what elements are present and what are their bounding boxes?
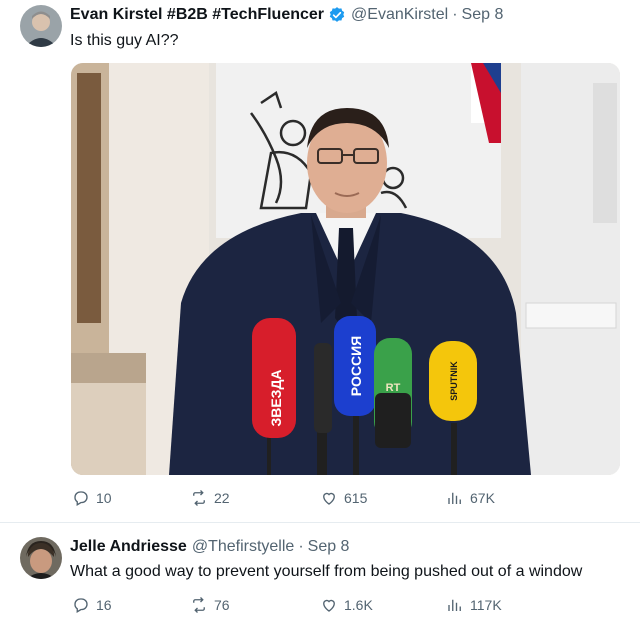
mic-label-zvezda: ЗВЕЗДА: [268, 369, 284, 426]
like-icon: [323, 599, 335, 612]
views-icon: [448, 599, 461, 611]
reply-button[interactable]: 10: [72, 489, 112, 507]
like-count: 615: [344, 490, 368, 506]
tweet-divider: [0, 522, 640, 523]
mic-label-rossiya: РОССИЯ: [348, 336, 364, 396]
tweet-media-photo[interactable]: ЗВЕЗДА РОССИЯ RT SPUTNIK: [71, 63, 620, 475]
mic-label-rt: RT: [386, 382, 401, 394]
reply-icon: [74, 598, 88, 613]
mic-label-sputnik: SPUTNIK: [449, 361, 459, 401]
repost-button[interactable]: 22: [190, 489, 230, 507]
like-count: 1.6K: [344, 597, 373, 613]
author-handle[interactable]: @Thefirstyelle: [192, 538, 295, 556]
author-handle[interactable]: @EvanKirstel: [351, 6, 448, 24]
tweet-evan-kirstel[interactable]: Evan Kirstel #B2B #TechFluencer @EvanKir…: [0, 0, 640, 523]
like-button[interactable]: 1.6K: [320, 596, 373, 614]
tweet-text: What a good way to prevent yourself from…: [70, 563, 583, 580]
author-avatar[interactable]: [20, 537, 62, 579]
like-button[interactable]: 615: [320, 489, 367, 507]
repost-icon: [193, 597, 205, 613]
separator-dot: ·: [298, 538, 304, 555]
repost-count: 76: [214, 597, 230, 613]
reply-icon: [74, 491, 88, 506]
views-count: 67K: [470, 490, 495, 506]
like-icon: [323, 492, 335, 505]
views-button[interactable]: 117K: [446, 596, 502, 614]
author-name[interactable]: Evan Kirstel #B2B #TechFluencer: [70, 6, 324, 24]
reply-button[interactable]: 16: [72, 596, 112, 614]
repost-icon: [193, 490, 205, 506]
reply-count: 10: [96, 490, 112, 506]
tweet-action-bar: 16 76 1.6K 117K: [70, 596, 630, 620]
tweet-action-bar: 10 22 615 67K: [70, 489, 630, 513]
verified-badge-icon: [328, 6, 346, 24]
tweet-date[interactable]: Sep 8: [462, 6, 504, 24]
repost-count: 22: [214, 490, 230, 506]
tweet-text: Is this guy AI??: [70, 32, 179, 49]
tweet-jelle-andriesse[interactable]: Jelle Andriesse @Thefirstyelle · Sep 8 W…: [0, 524, 640, 629]
author-avatar[interactable]: [20, 5, 62, 47]
views-icon: [448, 492, 461, 504]
separator-dot: ·: [452, 6, 458, 23]
views-button[interactable]: 67K: [446, 489, 495, 507]
repost-button[interactable]: 76: [190, 596, 230, 614]
views-count: 117K: [470, 597, 502, 613]
author-name[interactable]: Jelle Andriesse: [70, 538, 187, 556]
tweet-date[interactable]: Sep 8: [308, 538, 350, 556]
reply-count: 16: [96, 597, 112, 613]
